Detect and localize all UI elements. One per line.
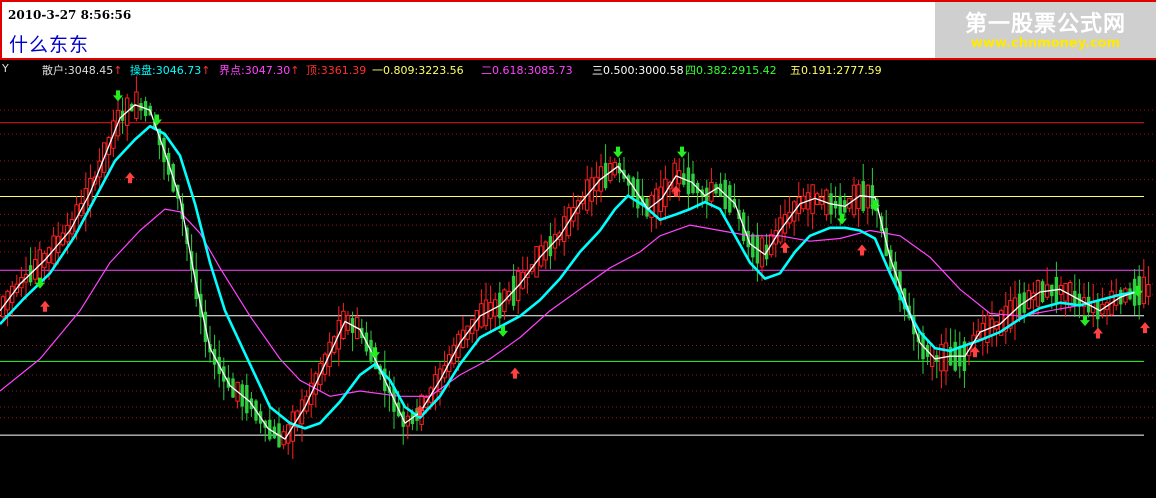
indicator-0: 散户:3048.45↑ [42, 62, 122, 78]
sell-signal-arrow [1093, 327, 1103, 339]
indicator-3: 顶:3361.39 [306, 62, 366, 78]
indicator-label: 界点:3047.30 [219, 64, 291, 77]
indicator-label: 散户:3048.45 [42, 64, 114, 77]
indicator-label: 五0.191:2777.59 [790, 64, 882, 77]
indicator-8: 五0.191:2777.59 [790, 62, 882, 78]
indicator-label: 四0.382:2915.42 [685, 64, 777, 77]
indicator-1: 操盘:3046.73↑ [130, 62, 210, 78]
indicator-7: 四0.382:2915.42 [685, 62, 777, 78]
indicator-label: 三0.500:3000.58 [592, 64, 684, 77]
indicator-up-arrow: ↑ [201, 64, 211, 77]
indicator-up-arrow: ↑ [290, 64, 300, 77]
indicator-6: 三0.500:3000.58 [592, 62, 684, 78]
axis-label: Y [2, 62, 9, 75]
indicator-label: 一0.809:3223.56 [372, 64, 464, 77]
indicator-up-arrow: ↑ [113, 64, 123, 77]
sell-signal-arrow [857, 244, 867, 256]
candle-body [1141, 276, 1146, 305]
indicator-2: 界点:3047.30↑ [219, 62, 299, 78]
buy-signal-arrow [677, 146, 687, 158]
sell-signal-arrow [40, 300, 50, 312]
sell-signal-arrow [780, 241, 790, 253]
indicator-label: 操盘:3046.73 [130, 64, 202, 77]
indicator-4: 一0.809:3223.56 [372, 62, 464, 78]
sell-signal-arrow [1140, 322, 1150, 334]
indicator-legend: Y 散户:3048.45↑ 操盘:3046.73↑ 界点:3047.30↑ 顶:336… [0, 62, 1156, 78]
sell-signal-arrow [510, 367, 520, 379]
series-line-2 [0, 208, 1141, 397]
sell-signal-arrow [125, 172, 135, 184]
candle-body [1146, 284, 1151, 297]
buy-signal-arrow [613, 146, 623, 158]
indicator-label: 二0.618:3085.73 [481, 64, 573, 77]
series-line-0 [0, 104, 1141, 440]
indicator-label: 顶:3361.39 [306, 64, 367, 77]
indicator-5: 二0.618:3085.73 [481, 62, 573, 78]
buy-signal-arrow [113, 90, 123, 102]
